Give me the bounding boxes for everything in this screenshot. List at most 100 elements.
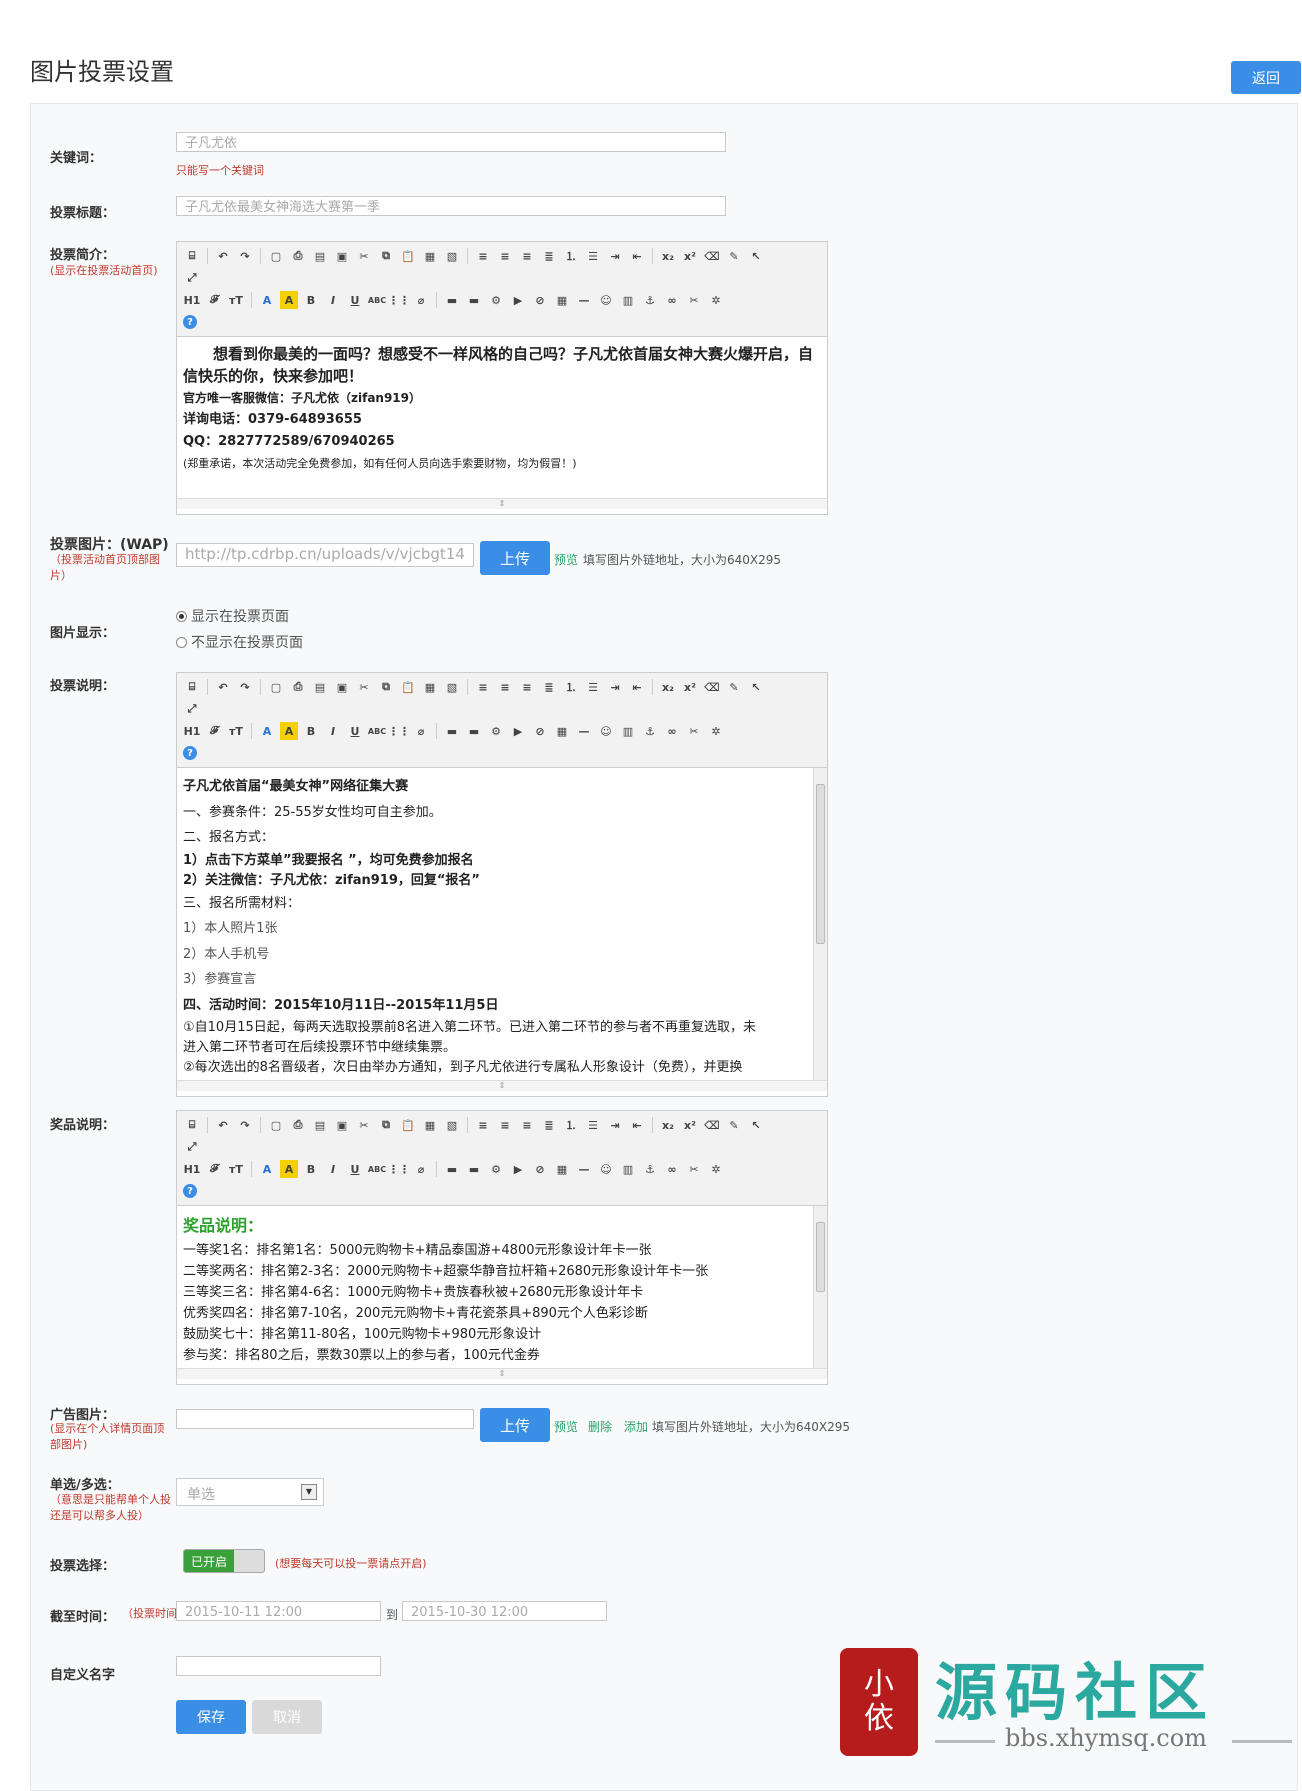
ad-image-add-link[interactable]: 添加 <box>624 1418 648 1435</box>
unordered-list-icon[interactable]: ☰ <box>584 247 602 265</box>
save-button[interactable]: 保存 <box>176 1700 246 1734</box>
anchor-icon[interactable]: ⚓ <box>641 291 659 309</box>
scrollbar-thumb[interactable] <box>816 784 825 944</box>
underline-icon[interactable]: U <box>346 722 364 740</box>
eraser-icon[interactable]: ⌀ <box>412 1160 430 1178</box>
justify-icon[interactable]: ≣ <box>540 247 558 265</box>
copy-icon[interactable]: ⧉ <box>377 678 395 696</box>
undo-icon[interactable]: ↶ <box>214 1116 232 1134</box>
clear-format-icon[interactable]: ⌫ <box>703 678 721 696</box>
select-all-icon[interactable]: ▣ <box>333 1116 351 1134</box>
settings-icon[interactable]: ✲ <box>707 1160 725 1178</box>
strikethrough-icon[interactable]: ABC <box>368 722 386 740</box>
intro-content[interactable]: 想看到你最美的一面吗？想感受不一样风格的自己吗？子凡尤依首届女神大赛火爆开启，自… <box>177 337 827 498</box>
pagebreak-icon[interactable]: ▥ <box>619 291 637 309</box>
image-icon[interactable]: ▬ <box>443 291 461 309</box>
template-icon[interactable]: ▤ <box>311 247 329 265</box>
source-icon[interactable]: ⌸ <box>183 678 201 696</box>
quick-format-icon[interactable]: ✎ <box>725 1116 743 1134</box>
underline-icon[interactable]: U <box>346 291 364 309</box>
preview-icon[interactable]: ▢ <box>267 678 285 696</box>
vote-image-preview-link[interactable]: 预览 <box>554 551 578 568</box>
paste-word-icon[interactable]: ▧ <box>443 1116 461 1134</box>
attachment-icon[interactable]: ⊘ <box>531 291 549 309</box>
table-icon[interactable]: ▦ <box>553 1160 571 1178</box>
underline-icon[interactable]: U <box>346 1160 364 1178</box>
hr-icon[interactable]: — <box>575 722 593 740</box>
prize-desc-editor[interactable]: ⌸ ↶ ↷ ▢ ⎙ ▤ ▣ ✂ ⧉ 📋 ▦ ▧ ≡ ≡ ≡ ≣ ⒈ ☰ ⇥ ⇤ x₂ x² ⌫ ✎ ↖ ⤢ H1 𝓕тT A A B I U AB… <box>176 1110 828 1385</box>
daily-vote-toggle[interactable]: 已开启 <box>183 1549 265 1573</box>
undo-icon[interactable]: ↶ <box>214 678 232 696</box>
deadline-start-input[interactable]: 2015-10-11 12:00 <box>176 1601 381 1621</box>
radio-show-on-vote-page[interactable]: 显示在投票页面 <box>176 606 289 626</box>
indent-icon[interactable]: ⇥ <box>606 247 624 265</box>
paste-word-icon[interactable]: ▧ <box>443 678 461 696</box>
align-left-icon[interactable]: ≡ <box>474 247 492 265</box>
paste-text-icon[interactable]: ▦ <box>421 1116 439 1134</box>
unlink-icon[interactable]: ✂ <box>685 291 703 309</box>
prize-desc-content[interactable]: 奖品说明： 一等奖1名：排名第1名：5000元购物卡+精品泰国游+4800元形象… <box>177 1206 827 1368</box>
emoticon-icon[interactable]: ☺ <box>597 1160 615 1178</box>
eraser-icon[interactable]: ⌀ <box>412 291 430 309</box>
source-icon[interactable]: ⌸ <box>183 247 201 265</box>
flash-icon[interactable]: ⚙ <box>487 291 505 309</box>
flash-icon[interactable]: ⚙ <box>487 1160 505 1178</box>
ad-image-delete-link[interactable]: 删除 <box>588 1418 612 1435</box>
keyword-input[interactable]: 子凡尤依 <box>176 132 726 152</box>
paste-text-icon[interactable]: ▦ <box>421 678 439 696</box>
font-color-icon[interactable]: A <box>258 291 276 309</box>
quick-format-icon[interactable]: ✎ <box>725 247 743 265</box>
multi-image-icon[interactable]: ▬ <box>465 1160 483 1178</box>
media-icon[interactable]: ▶ <box>509 1160 527 1178</box>
unlink-icon[interactable]: ✂ <box>685 722 703 740</box>
scrollbar-thumb[interactable] <box>816 1222 825 1292</box>
template-icon[interactable]: ▤ <box>311 678 329 696</box>
vote-title-input[interactable]: 子凡尤依最美女神海选大赛第一季 <box>176 196 726 216</box>
background-color-icon[interactable]: A <box>280 291 298 309</box>
outdent-icon[interactable]: ⇤ <box>628 1116 646 1134</box>
clear-format-icon[interactable]: ⌫ <box>703 247 721 265</box>
link-icon[interactable]: ∞ <box>663 722 681 740</box>
bold-icon[interactable]: B <box>302 722 320 740</box>
link-icon[interactable]: ∞ <box>663 291 681 309</box>
ordered-list-icon[interactable]: ⒈ <box>562 247 580 265</box>
media-icon[interactable]: ▶ <box>509 291 527 309</box>
help-icon[interactable]: ? <box>183 315 197 329</box>
image-icon[interactable]: ▬ <box>443 1160 461 1178</box>
deadline-end-input[interactable]: 2015-10-30 12:00 <box>402 1601 607 1621</box>
italic-icon[interactable]: I <box>324 1160 342 1178</box>
h1-icon[interactable]: H1 <box>183 291 201 309</box>
font-color-icon[interactable]: A <box>258 1160 276 1178</box>
clear-format-icon[interactable]: ⌫ <box>703 1116 721 1134</box>
outdent-icon[interactable]: ⇤ <box>628 678 646 696</box>
ad-image-upload-button[interactable]: 上传 <box>480 1408 550 1442</box>
table-icon[interactable]: ▦ <box>553 722 571 740</box>
subscript-icon[interactable]: x₂ <box>659 1116 677 1134</box>
strikethrough-icon[interactable]: ABC <box>368 1160 386 1178</box>
justify-icon[interactable]: ≣ <box>540 1116 558 1134</box>
unlink-icon[interactable]: ✂ <box>685 1160 703 1178</box>
flash-icon[interactable]: ⚙ <box>487 722 505 740</box>
h1-icon[interactable]: H1 <box>183 1160 201 1178</box>
multi-image-icon[interactable]: ▬ <box>465 291 483 309</box>
back-button[interactable]: 返回 <box>1231 61 1301 94</box>
single-multi-select[interactable]: 单选 ▼ <box>176 1478 324 1506</box>
fullscreen-icon[interactable]: ⤢ <box>183 269 201 287</box>
align-left-icon[interactable]: ≡ <box>474 1116 492 1134</box>
resize-handle[interactable]: ⇕ <box>177 1368 827 1379</box>
subscript-icon[interactable]: x₂ <box>659 247 677 265</box>
print-icon[interactable]: ⎙ <box>289 678 307 696</box>
undo-icon[interactable]: ↶ <box>214 247 232 265</box>
subscript-icon[interactable]: x₂ <box>659 678 677 696</box>
paste-icon[interactable]: 📋 <box>399 247 417 265</box>
paste-word-icon[interactable]: ▧ <box>443 247 461 265</box>
copy-icon[interactable]: ⧉ <box>377 247 395 265</box>
cut-icon[interactable]: ✂ <box>355 678 373 696</box>
hr-icon[interactable]: — <box>575 1160 593 1178</box>
scrollbar[interactable] <box>813 1206 827 1368</box>
attachment-icon[interactable]: ⊘ <box>531 1160 549 1178</box>
ad-image-preview-link[interactable]: 预览 <box>554 1418 578 1435</box>
cut-icon[interactable]: ✂ <box>355 1116 373 1134</box>
radio-hide-on-vote-page[interactable]: 不显示在投票页面 <box>176 632 303 652</box>
paste-text-icon[interactable]: ▦ <box>421 247 439 265</box>
